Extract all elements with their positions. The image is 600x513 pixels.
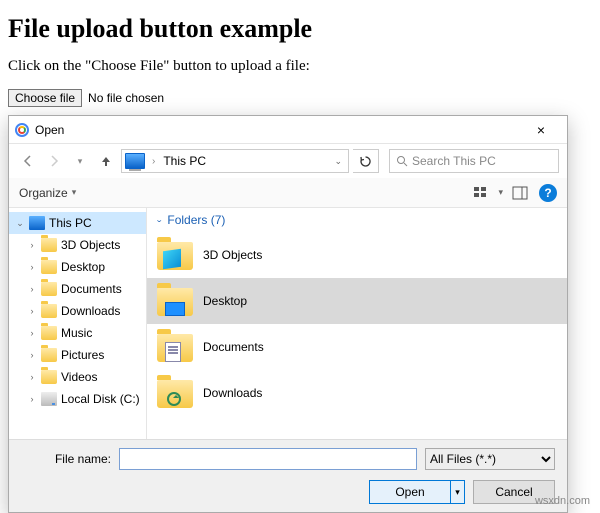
- folder-icon: [41, 370, 57, 384]
- item-label: Downloads: [203, 386, 262, 400]
- tree-item-local-disk[interactable]: › Local Disk (C:): [9, 388, 146, 410]
- chevron-down-icon: ⌄: [155, 216, 163, 224]
- item-label: 3D Objects: [203, 248, 262, 262]
- item-label: Desktop: [203, 294, 247, 308]
- open-dialog: Open × ▾ › This PC ⌄ Search This PC Orga…: [8, 115, 568, 513]
- expand-icon[interactable]: ›: [27, 350, 37, 360]
- expand-icon[interactable]: ›: [27, 240, 37, 250]
- tree-item-3d-objects[interactable]: › 3D Objects: [9, 234, 146, 256]
- folder-documents[interactable]: Documents: [147, 324, 567, 370]
- search-placeholder: Search This PC: [412, 154, 496, 168]
- expand-icon[interactable]: ›: [27, 262, 37, 272]
- folder-3d-objects[interactable]: 3D Objects: [147, 232, 567, 278]
- forward-button[interactable]: [43, 150, 65, 172]
- file-input-stub: Choose file No file chosen: [8, 89, 592, 107]
- tree-label: This PC: [49, 216, 92, 230]
- tree-item-desktop[interactable]: › Desktop: [9, 256, 146, 278]
- tree-label: Music: [61, 326, 92, 340]
- tree-this-pc[interactable]: ⌄ This PC: [9, 212, 146, 234]
- folder-icon: [157, 240, 193, 270]
- expand-icon[interactable]: ›: [27, 372, 37, 382]
- folder-icon: [41, 304, 57, 318]
- drive-icon: [41, 392, 57, 406]
- expand-icon[interactable]: ›: [27, 328, 37, 338]
- folder-icon: [41, 348, 57, 362]
- breadcrumb-this-pc[interactable]: This PC: [159, 154, 210, 168]
- expand-icon[interactable]: ›: [27, 394, 37, 404]
- item-list: 3D Objects Desktop Documents Downloads: [147, 232, 567, 416]
- folder-icon: [157, 286, 193, 316]
- no-file-label: No file chosen: [88, 91, 164, 105]
- organize-button[interactable]: Organize: [19, 186, 68, 200]
- nav-row: ▾ › This PC ⌄ Search This PC: [9, 144, 567, 178]
- address-bar[interactable]: › This PC ⌄: [121, 149, 349, 173]
- expand-icon[interactable]: ›: [27, 306, 37, 316]
- open-button[interactable]: Open: [369, 480, 451, 504]
- tree-label: Documents: [61, 282, 122, 296]
- tree-label: Downloads: [61, 304, 120, 318]
- dialog-footer: File name: All Files (*.*) Open ▾ Cancel: [9, 439, 567, 512]
- folder-icon: [157, 378, 193, 408]
- watermark: wsxdn.com: [535, 495, 590, 507]
- back-button[interactable]: [17, 150, 39, 172]
- filename-label: File name:: [21, 452, 111, 466]
- folder-icon: [41, 282, 57, 296]
- refresh-button[interactable]: [353, 149, 379, 173]
- content-pane: ⌄ Folders (7) 3D Objects Desktop Documen…: [147, 208, 567, 439]
- preview-pane-button[interactable]: [507, 182, 533, 204]
- folder-downloads[interactable]: Downloads: [147, 370, 567, 416]
- tree-label: Local Disk (C:): [61, 392, 140, 406]
- titlebar: Open ×: [9, 116, 567, 144]
- item-label: Documents: [203, 340, 264, 354]
- close-button[interactable]: ×: [521, 122, 561, 138]
- expand-icon[interactable]: ›: [27, 284, 37, 294]
- expand-icon[interactable]: ⌄: [15, 218, 25, 229]
- folder-icon: [41, 260, 57, 274]
- recent-dropdown[interactable]: ▾: [69, 150, 91, 172]
- choose-file-button[interactable]: Choose file: [8, 89, 82, 107]
- open-split-button[interactable]: ▾: [451, 480, 465, 504]
- button-row: Open ▾ Cancel: [21, 480, 555, 504]
- tree-item-pictures[interactable]: › Pictures: [9, 344, 146, 366]
- tree-item-videos[interactable]: › Videos: [9, 366, 146, 388]
- tree-label: Pictures: [61, 348, 104, 362]
- organize-dropdown-icon[interactable]: ▾: [72, 187, 77, 198]
- nav-tree: ⌄ This PC › 3D Objects › Desktop › Docum…: [9, 208, 147, 439]
- tree-label: Desktop: [61, 260, 105, 274]
- page-instruction: Click on the "Choose File" button to upl…: [8, 58, 592, 75]
- address-dropdown[interactable]: ⌄: [328, 156, 348, 167]
- group-title: Folders (7): [167, 213, 225, 227]
- filename-input[interactable]: [119, 448, 417, 470]
- group-folders[interactable]: ⌄ Folders (7): [147, 208, 567, 232]
- tree-item-documents[interactable]: › Documents: [9, 278, 146, 300]
- help-button[interactable]: ?: [539, 184, 557, 202]
- tree-item-downloads[interactable]: › Downloads: [9, 300, 146, 322]
- view-dropdown-icon[interactable]: ▾: [498, 187, 503, 198]
- folder-icon: [41, 238, 57, 252]
- tree-label: 3D Objects: [61, 238, 120, 252]
- view-icons-button[interactable]: [468, 182, 494, 204]
- toolbar: Organize ▾ ▾ ?: [9, 178, 567, 208]
- tree-item-music[interactable]: › Music: [9, 322, 146, 344]
- pc-icon: [29, 216, 45, 230]
- pc-icon: [125, 153, 145, 169]
- breadcrumb-sep: ›: [148, 156, 159, 167]
- chrome-icon: [15, 123, 29, 137]
- search-input[interactable]: Search This PC: [389, 149, 559, 173]
- dialog-body: ⌄ This PC › 3D Objects › Desktop › Docum…: [9, 208, 567, 439]
- dialog-title: Open: [35, 123, 521, 137]
- up-button[interactable]: [95, 150, 117, 172]
- file-type-filter[interactable]: All Files (*.*): [425, 448, 555, 470]
- tree-label: Videos: [61, 370, 97, 384]
- folder-desktop[interactable]: Desktop: [147, 278, 567, 324]
- folder-icon: [41, 326, 57, 340]
- filename-row: File name: All Files (*.*): [21, 448, 555, 470]
- folder-icon: [157, 332, 193, 362]
- page-heading: File upload button example: [8, 14, 592, 44]
